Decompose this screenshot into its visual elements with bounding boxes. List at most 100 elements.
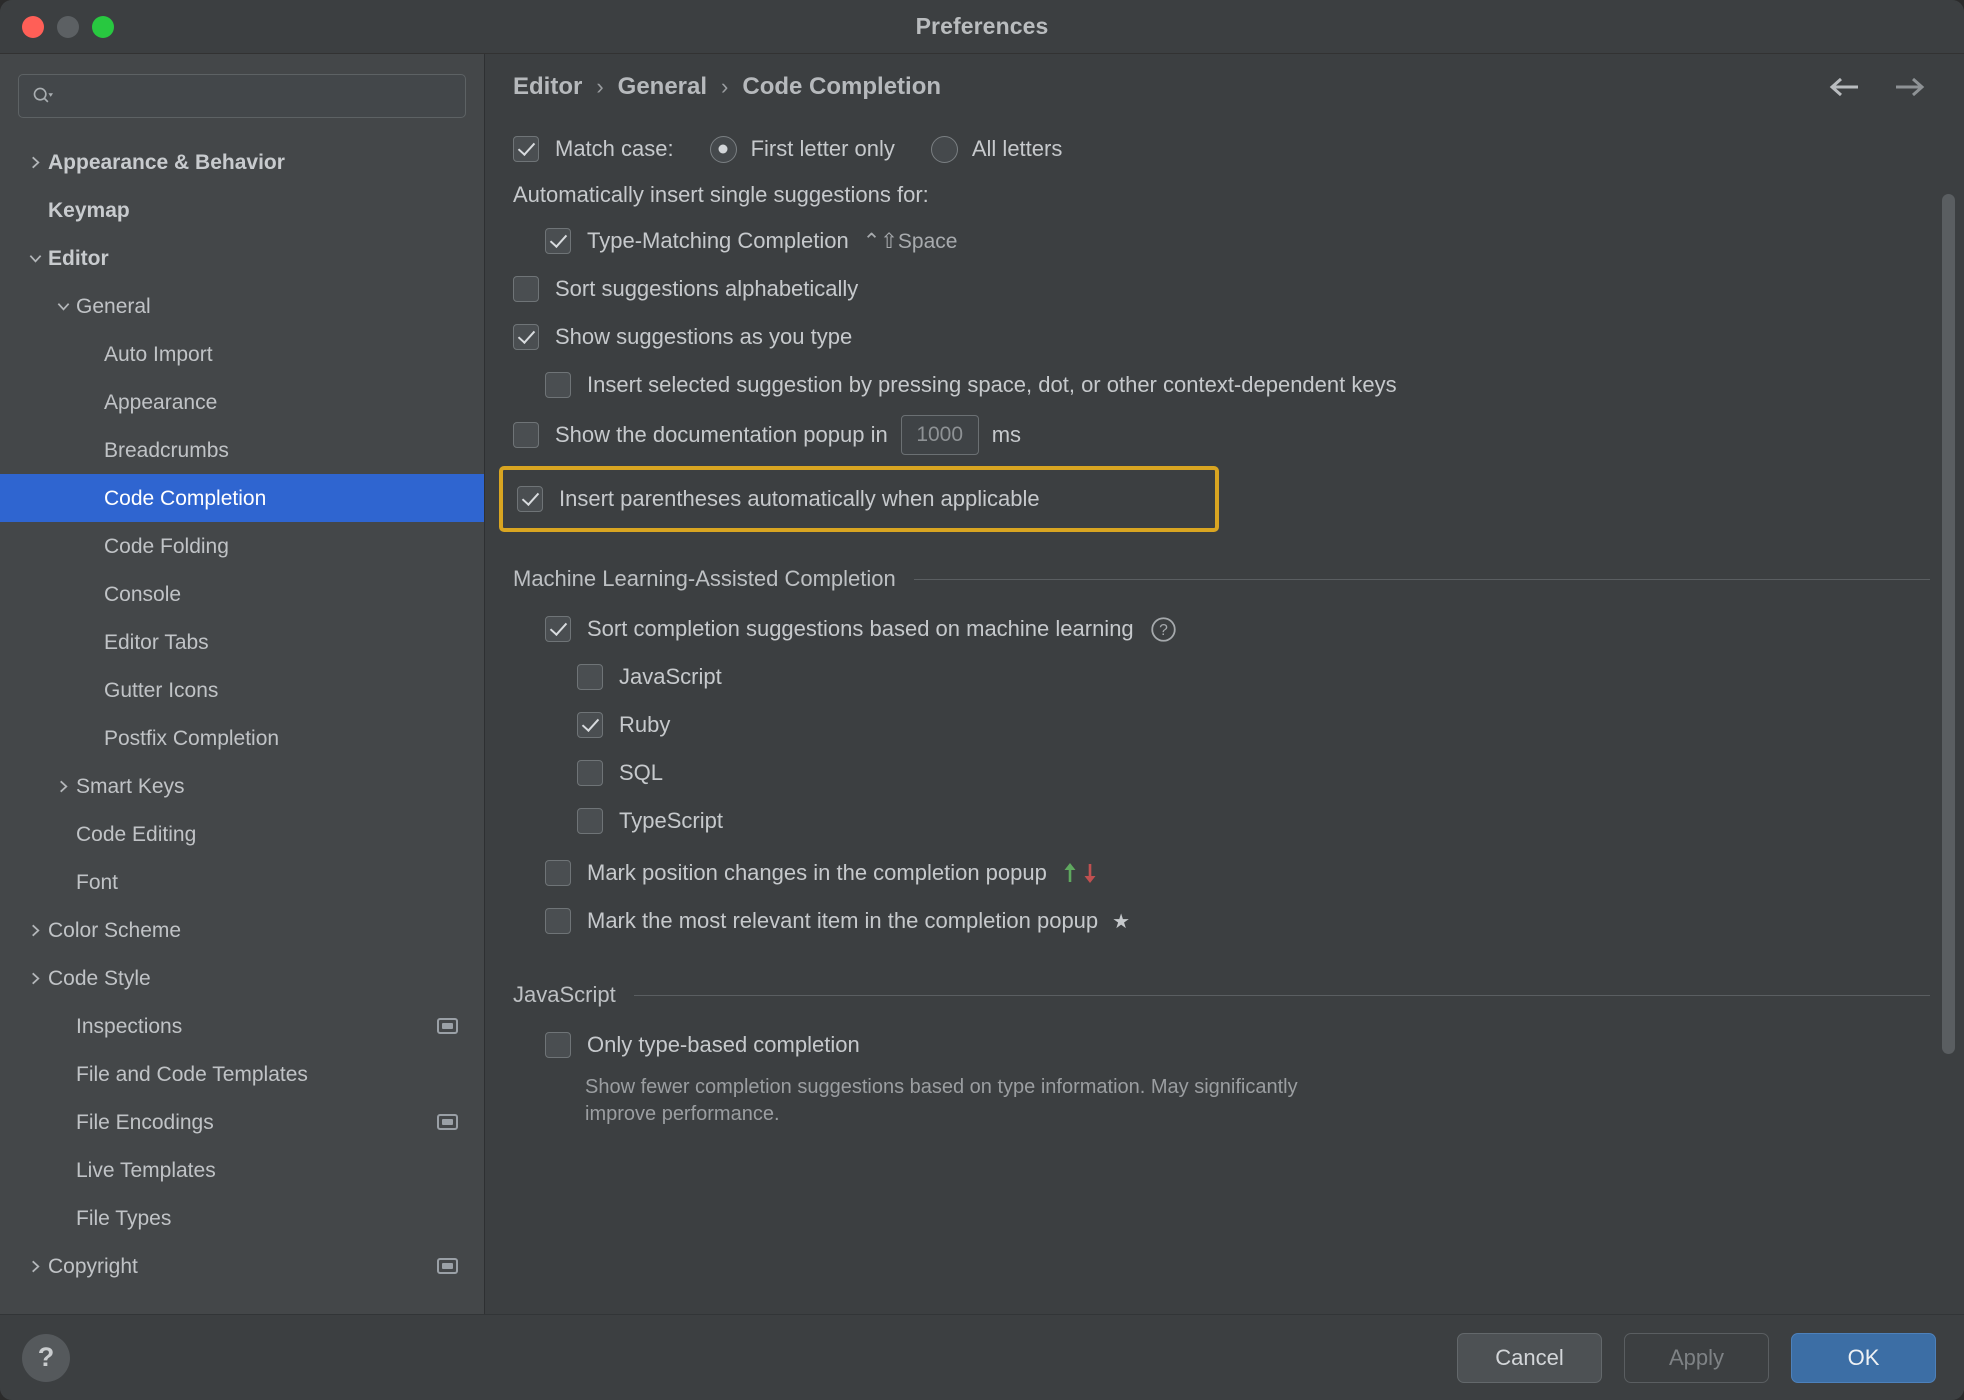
sidebar-item-console[interactable]: Console [0, 570, 484, 618]
sidebar-item-code-completion[interactable]: Code Completion [0, 474, 484, 522]
insert-selected-checkbox[interactable] [545, 372, 571, 398]
sidebar-item-postfix-completion[interactable]: Postfix Completion [0, 714, 484, 762]
sidebar-item-copyright[interactable]: Copyright [0, 1242, 484, 1290]
mark-relevant-checkbox[interactable] [545, 908, 571, 934]
only-type-based-label: Only type-based completion [587, 1032, 860, 1057]
settings-tree: Appearance & Behavior Keymap Editor General… [0, 132, 484, 1314]
sidebar-item-label: Font [76, 870, 119, 894]
sidebar-item-appearance-behavior[interactable]: Appearance & Behavior [0, 138, 484, 186]
forward-arrow-icon[interactable] [1892, 74, 1926, 100]
ml-language-checkbox-ruby[interactable] [577, 712, 603, 738]
sort-ml-checkbox[interactable] [545, 616, 571, 642]
sidebar-item-gutter-icons[interactable]: Gutter Icons [0, 666, 484, 714]
match-case-checkbox[interactable] [513, 136, 539, 162]
chevron-right-icon[interactable] [22, 965, 48, 991]
ml-language-row: TypeScript [513, 798, 1964, 844]
ml-language-checkbox-sql[interactable] [577, 760, 603, 786]
sidebar-item-breadcrumbs[interactable]: Breadcrumbs [0, 426, 484, 474]
sidebar-item-smart-keys[interactable]: Smart Keys [0, 762, 484, 810]
help-circle-icon[interactable]: ? [1150, 616, 1177, 643]
project-scope-icon [437, 1114, 458, 1130]
only-type-based-checkbox[interactable] [545, 1032, 571, 1058]
search-input[interactable] [59, 85, 453, 107]
js-section-divider [633, 994, 1930, 996]
arrow-up-icon [1064, 863, 1076, 882]
only-type-based-row: Only type-based completion [513, 1022, 1964, 1068]
insert-parentheses-checkbox[interactable] [517, 486, 543, 512]
position-arrows [1061, 861, 1099, 885]
sidebar-item-label: Inspections [76, 1014, 183, 1038]
ml-section-divider [913, 578, 1930, 580]
ml-language-label: TypeScript [619, 808, 723, 833]
insert-parentheses-label: Insert parentheses automatically when ap… [559, 486, 1040, 511]
show-as-you-type-checkbox[interactable] [513, 324, 539, 350]
sidebar-item-keymap[interactable]: Keymap [0, 186, 484, 234]
type-matching-checkbox[interactable] [545, 228, 571, 254]
content-scrollbar[interactable] [1942, 194, 1955, 1054]
sidebar-item-label: Code Completion [104, 486, 267, 510]
back-arrow-icon[interactable] [1828, 74, 1862, 100]
help-button[interactable]: ? [22, 1333, 70, 1382]
chevron-right-icon[interactable] [22, 149, 48, 175]
sidebar-item-general[interactable]: General [0, 282, 484, 330]
sidebar-item-live-templates[interactable]: Live Templates [0, 1146, 484, 1194]
sidebar-item-inspections[interactable]: Inspections [0, 1002, 484, 1050]
chevron-right-icon[interactable] [22, 917, 48, 943]
ok-button[interactable]: OK [1791, 1332, 1936, 1383]
breadcrumb-separator: › [596, 74, 604, 99]
sidebar-item-file-encodings[interactable]: File Encodings [0, 1098, 484, 1146]
ml-language-checkbox-typescript[interactable] [577, 808, 603, 834]
doc-popup-row: Show the documentation popup in 1000 ms [513, 412, 1964, 458]
dialog-footer: ? Cancel Apply OK [0, 1314, 1964, 1400]
radio-all-letters[interactable] [930, 135, 958, 163]
sidebar-item-label: Console [104, 582, 182, 606]
search-icon [33, 87, 53, 103]
ml-language-checkbox-javascript[interactable] [577, 664, 603, 690]
doc-popup-checkbox[interactable] [513, 422, 539, 448]
doc-popup-delay-input[interactable]: 1000 [900, 415, 979, 455]
mark-position-checkbox[interactable] [545, 860, 571, 886]
chevron-down-icon[interactable] [50, 293, 76, 319]
sidebar-item-code-folding[interactable]: Code Folding [0, 522, 484, 570]
sidebar-item-label: Editor Tabs [104, 630, 209, 654]
sidebar-item-file-types[interactable]: File Types [0, 1194, 484, 1242]
sidebar-item-code-style[interactable]: Code Style [0, 954, 484, 1002]
chevron-right-icon[interactable] [50, 773, 76, 799]
mark-position-row: Mark position changes in the completion … [513, 850, 1964, 896]
sidebar-item-label: Breadcrumbs [104, 438, 229, 462]
sidebar-item-color-scheme[interactable]: Color Scheme [0, 906, 484, 954]
sidebar-item-editor-tabs[interactable]: Editor Tabs [0, 618, 484, 666]
apply-button[interactable]: Apply [1624, 1332, 1769, 1383]
sidebar-item-editor[interactable]: Editor [0, 234, 484, 282]
mark-relevant-row: Mark the most relevant item in the compl… [513, 898, 1964, 944]
js-description-wrap: Show fewer completion suggestions based … [513, 1074, 1964, 1127]
sort-alphabetically-checkbox[interactable] [513, 276, 539, 302]
scrollbar-thumb[interactable] [1942, 194, 1955, 1054]
mark-relevant-label: Mark the most relevant item in the compl… [587, 908, 1099, 933]
chevron-down-icon[interactable] [22, 245, 48, 271]
sidebar-item-auto-import[interactable]: Auto Import [0, 330, 484, 378]
sidebar-item-file-and-code-templates[interactable]: File and Code Templates [0, 1050, 484, 1098]
search-box[interactable] [18, 74, 466, 118]
cancel-button[interactable]: Cancel [1457, 1332, 1602, 1383]
sidebar-item-label: General [76, 294, 151, 318]
type-matching-shortcut: ⌃⇧Space [862, 229, 958, 253]
breadcrumb-item-0[interactable]: Editor [513, 73, 582, 101]
ml-language-list: JavaScript Ruby SQL TypeScript [513, 654, 1964, 844]
sidebar-item-label: Color Scheme [48, 918, 182, 942]
chevron-right-icon[interactable] [22, 1253, 48, 1279]
dialog-buttons: Cancel Apply OK [1457, 1332, 1936, 1383]
insert-selected-row: Insert selected suggestion by pressing s… [513, 362, 1964, 408]
sidebar-item-font[interactable]: Font [0, 858, 484, 906]
radio-all-letters-label: All letters [971, 136, 1063, 161]
radio-first-letter-only[interactable] [709, 135, 737, 163]
breadcrumb-item-1[interactable]: General [618, 73, 707, 101]
sidebar-item-code-editing[interactable]: Code Editing [0, 810, 484, 858]
sidebar-item-appearance[interactable]: Appearance [0, 378, 484, 426]
